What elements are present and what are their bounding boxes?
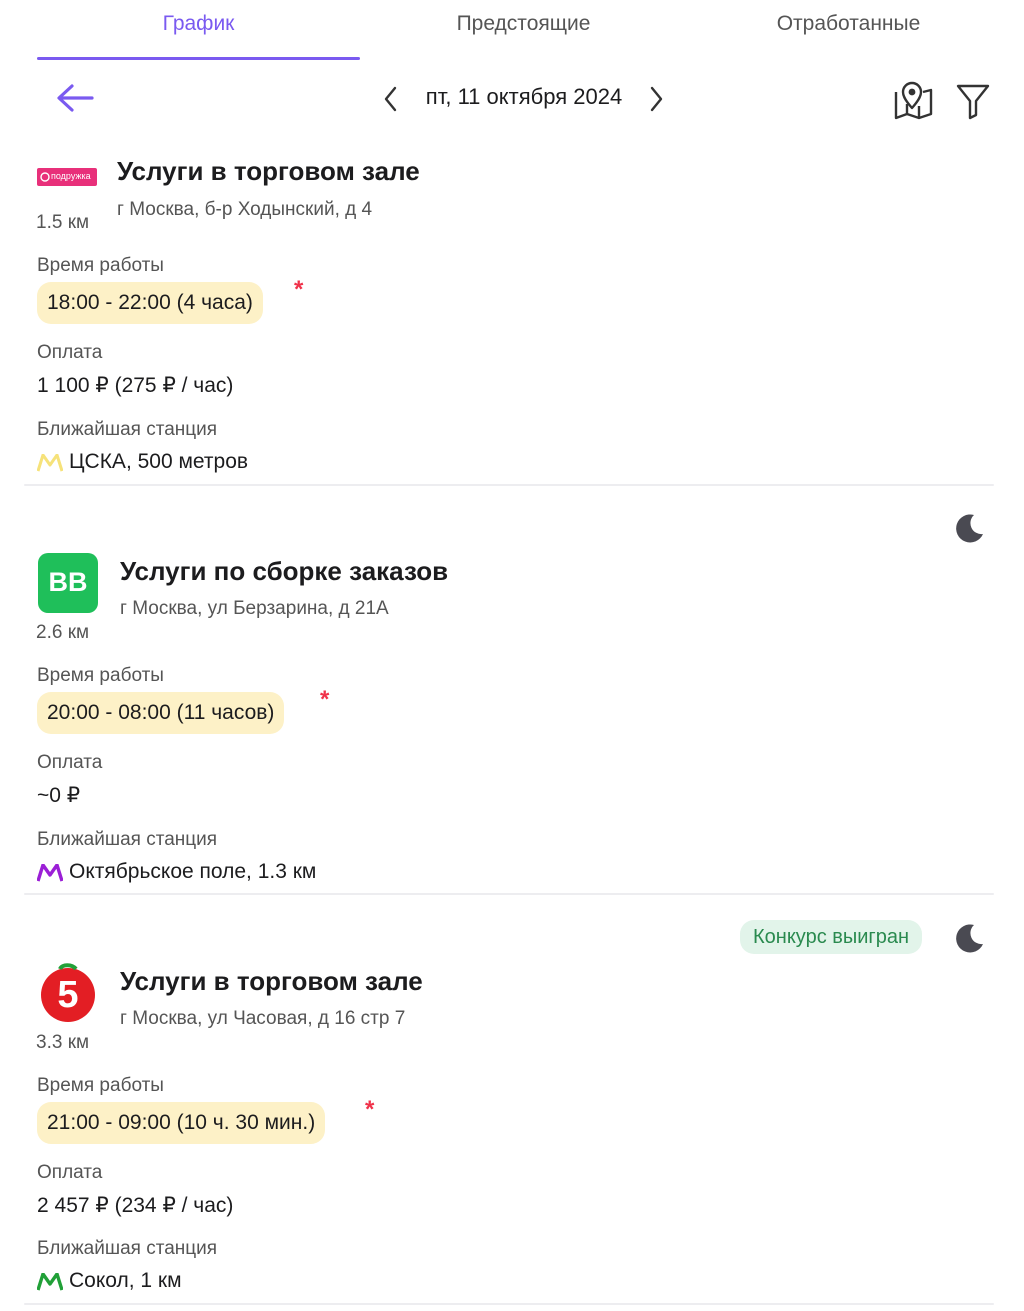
card-divider [24,1303,994,1305]
card-divider [24,893,994,895]
distance: 1.5 км [36,212,90,233]
station-value: Октябрьское поле, 1.3 км [69,860,317,883]
tab-upcoming[interactable]: Предстоящие [362,12,685,42]
tab-schedule[interactable]: График [37,12,360,42]
payment-value: 2 457 ₽ (234 ₽ / час) [37,1194,234,1217]
work-time-pill: 18:00 - 22:00 (4 часа) [37,282,263,324]
logo-text: подружка [51,171,91,181]
payment-label: Оплата [37,752,103,773]
distance: 3.3 км [36,1032,90,1053]
date-toolbar: пт, 11 октября 2024 [0,70,1024,130]
shift-title: Услуги по сборке заказов [120,556,449,586]
status-badge: Конкурс выигран [740,920,923,954]
work-time-label: Время работы [37,255,164,276]
tab-completed[interactable]: Отработанные [687,12,1010,42]
map-pin-icon [894,81,933,120]
logo-text: 5 [57,974,79,1016]
chevron-left-icon [384,86,397,112]
chevron-right-icon [650,86,663,112]
shift-address: г Москва, ул Берзарина, д 21А [120,598,389,619]
work-time-label: Время работы [37,665,164,686]
work-time-pill: 21:00 - 09:00 (10 ч. 30 мин.) [37,1102,326,1144]
filter-icon [956,84,990,120]
moon-icon [956,924,983,953]
tab-bar: График Предстоящие Отработанные [0,0,1024,62]
map-view-button[interactable] [892,80,936,120]
moon-icon [956,514,983,543]
next-day-button[interactable] [643,84,669,114]
arrow-left-icon [57,84,94,112]
station-label: Ближайшая станция [37,419,218,440]
station-label: Ближайшая станция [37,1238,218,1259]
payment-label: Оплата [37,1162,103,1183]
work-time-label: Время работы [37,1075,164,1096]
required-asterisk: * [365,1096,375,1123]
metro-icon [37,864,63,882]
previous-day-button[interactable] [378,84,404,114]
metro-icon [37,454,63,472]
vkusvill-logo: ВВ [38,553,98,613]
shift-title: Услуги в торговом зале [120,966,423,996]
card-divider [24,484,994,486]
current-date: пт, 11 октября 2024 [425,84,623,109]
payment-label: Оплата [37,342,103,363]
back-button[interactable] [54,80,96,116]
payment-value: ~0 ₽ [37,784,81,807]
shift-address: г Москва, ул Часовая, д 16 стр 7 [120,1008,406,1029]
required-asterisk: * [320,686,330,713]
payment-value: 1 100 ₽ (275 ₽ / час) [37,374,234,397]
shift-title: Услуги в торговом зале [117,156,420,186]
filter-button[interactable] [954,80,992,120]
station-value: Сокол, 1 км [69,1269,182,1292]
shift-address: г Москва, б-р Ходынский, д 4 [117,199,373,220]
station-value: ЦСКА, 500 метров [69,450,249,473]
station-label: Ближайшая станция [37,829,218,850]
pyaterochka-logo: 5 [38,963,98,1023]
logo-text: ВВ [48,567,88,597]
work-time-pill: 20:00 - 08:00 (11 часов) [37,692,285,734]
podruzhka-logo: подружка [37,168,97,186]
required-asterisk: * [294,276,304,303]
active-tab-indicator [37,57,360,60]
metro-icon [37,1273,63,1291]
distance: 2.6 км [36,622,90,643]
